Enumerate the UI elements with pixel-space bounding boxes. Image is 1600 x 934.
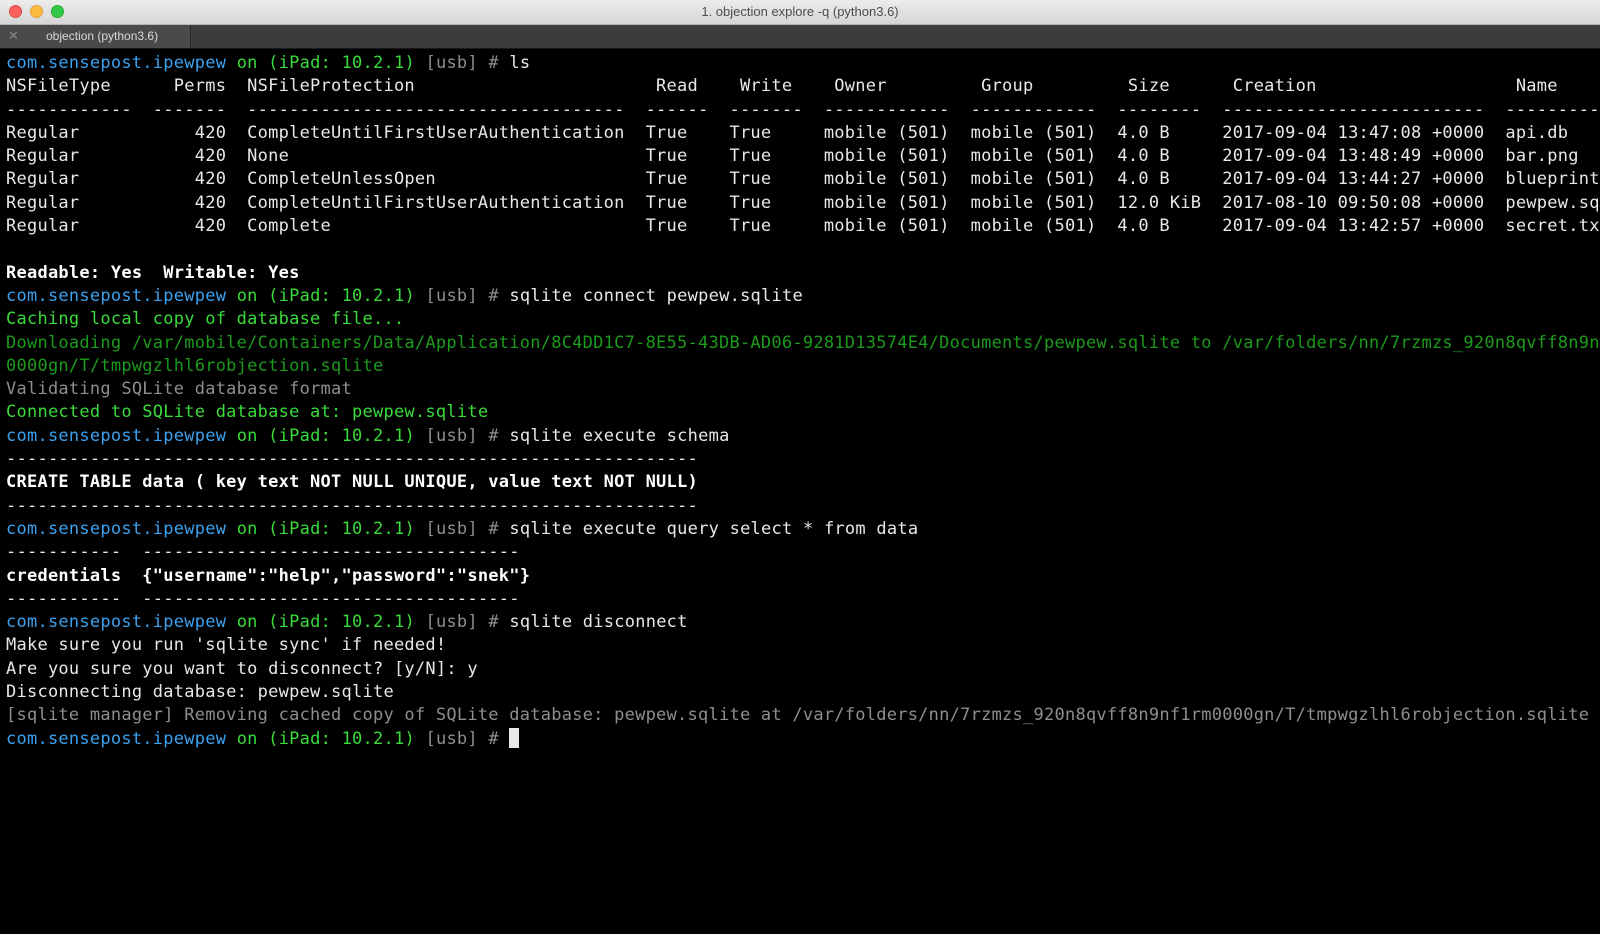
prompt-on: on	[236, 518, 258, 539]
query-separator: ----------- ----------------------------…	[6, 542, 520, 563]
prompt-line: com.sensepost.ipewpew on (iPad: 10.2.1) …	[6, 425, 1600, 448]
prompt-app: com.sensepost.ipewpew	[6, 425, 227, 446]
table-row: Regular 420 CompleteUntilFirstUserAuthen…	[6, 192, 1600, 213]
prompt-on: on	[236, 728, 258, 749]
terminal-output[interactable]: com.sensepost.ipewpew on (iPad: 10.2.1) …	[6, 52, 1600, 934]
prompt-device: (iPad: 10.2.1)	[268, 612, 415, 633]
prompt-app: com.sensepost.ipewpew	[6, 612, 227, 633]
readable-writable-status: Readable: Yes Writable: Yes	[6, 262, 300, 283]
schema-separator: ----------------------------------------…	[6, 449, 699, 470]
text-cursor[interactable]	[509, 727, 520, 748]
table-row: Regular 420 CompleteUntilFirstUserAuthen…	[6, 122, 1569, 143]
prompt-line: com.sensepost.ipewpew on (iPad: 10.2.1) …	[6, 611, 1600, 634]
command-text: sqlite connect pewpew.sqlite	[509, 285, 803, 306]
prompt-transport: [usb]	[425, 285, 478, 306]
connected-message: Connected to SQLite database at: pewpew.…	[6, 402, 489, 423]
prompt-device: (iPad: 10.2.1)	[268, 285, 415, 306]
table-row: Regular 420 CompleteUnlessOpen True True…	[6, 169, 1600, 190]
disconnect-confirm: Are you sure you want to disconnect? [y/…	[6, 658, 478, 679]
prompt-transport: [usb]	[425, 518, 478, 539]
download-message-cont: 0000gn/T/tmpwgzlhl6robjection.sqlite	[6, 355, 384, 376]
tab-label: objection (python3.6)	[46, 29, 159, 43]
query-result-row: credentials {"username":"help","password…	[6, 565, 531, 586]
prompt-line: com.sensepost.ipewpew on (iPad: 10.2.1) …	[6, 52, 1600, 75]
command-text: sqlite disconnect	[509, 612, 688, 633]
prompt-hash: #	[488, 518, 499, 539]
window-title: 1. objection explore -q (python3.6)	[701, 4, 899, 19]
download-message: Downloading /var/mobile/Containers/Data/…	[6, 332, 1600, 353]
prompt-device: (iPad: 10.2.1)	[268, 728, 415, 749]
tab-close-icon[interactable]: ✕	[8, 29, 19, 43]
prompt-device: (iPad: 10.2.1)	[268, 518, 415, 539]
prompt-hash: #	[488, 728, 499, 749]
prompt-app: com.sensepost.ipewpew	[6, 285, 227, 306]
prompt-on: on	[236, 53, 258, 73]
prompt-transport: [usb]	[425, 425, 478, 446]
prompt-device: (iPad: 10.2.1)	[268, 53, 415, 73]
tab-objection[interactable]: ✕ objection (python3.6)	[0, 25, 191, 48]
table-header: NSFileType Perms NSFileProtection Read W…	[6, 76, 1558, 97]
prompt-on: on	[236, 425, 258, 446]
schema-separator: ----------------------------------------…	[6, 495, 699, 516]
table-row: Regular 420 Complete True True mobile (5…	[6, 216, 1600, 237]
tab-bar: ✕ objection (python3.6)	[0, 25, 1600, 49]
command-text: ls	[509, 53, 531, 73]
prompt-line: com.sensepost.ipewpew on (iPad: 10.2.1) …	[6, 518, 1600, 541]
active-prompt-line[interactable]: com.sensepost.ipewpew on (iPad: 10.2.1) …	[6, 727, 1600, 751]
terminal-window: 1. objection explore -q (python3.6) ✕ ob…	[0, 0, 1600, 934]
prompt-transport: [usb]	[425, 53, 478, 73]
schema-create-statement: CREATE TABLE data ( key text NOT NULL UN…	[6, 472, 699, 493]
removing-cache-message: [sqlite manager] Removing cached copy of…	[6, 705, 1590, 726]
prompt-on: on	[236, 612, 258, 633]
sync-hint: Make sure you run 'sqlite sync' if neede…	[6, 635, 447, 656]
prompt-transport: [usb]	[425, 612, 478, 633]
table-row: Regular 420 None True True mobile (501) …	[6, 146, 1579, 167]
prompt-line: com.sensepost.ipewpew on (iPad: 10.2.1) …	[6, 285, 1600, 308]
prompt-app: com.sensepost.ipewpew	[6, 518, 227, 539]
prompt-app: com.sensepost.ipewpew	[6, 728, 227, 749]
prompt-hash: #	[488, 425, 499, 446]
prompt-hash: #	[488, 53, 499, 73]
prompt-transport: [usb]	[425, 728, 478, 749]
title-bar: 1. objection explore -q (python3.6)	[0, 0, 1600, 25]
prompt-app: com.sensepost.ipewpew	[6, 53, 227, 73]
prompt-on: on	[236, 285, 258, 306]
caching-message: Caching local copy of database file...	[6, 309, 405, 330]
query-separator: ----------- ----------------------------…	[6, 588, 520, 609]
prompt-hash: #	[488, 285, 499, 306]
command-text: sqlite execute schema	[509, 425, 730, 446]
validating-message: Validating SQLite database format	[6, 379, 353, 400]
table-separator: ------------ ------- -------------------…	[6, 99, 1600, 120]
prompt-hash: #	[488, 612, 499, 633]
command-text: sqlite execute query select * from data	[509, 518, 919, 539]
prompt-device: (iPad: 10.2.1)	[268, 425, 415, 446]
disconnecting-message: Disconnecting database: pewpew.sqlite	[6, 682, 394, 703]
